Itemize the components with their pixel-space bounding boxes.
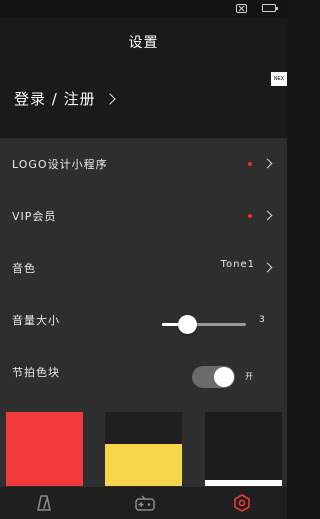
tone-value: Tone1 — [220, 259, 255, 270]
color-swatch-white[interactable] — [205, 412, 282, 486]
page-title: 设置 — [128, 35, 159, 51]
notification-dot-icon — [248, 162, 252, 166]
settings-row-tone[interactable]: 音色 Tone1 — [0, 242, 287, 294]
login-register-label: 登录 / 注册 — [14, 90, 96, 108]
settings-hexagon-icon — [234, 494, 250, 512]
beat-color-strip — [0, 408, 287, 486]
status-bar — [0, 0, 287, 18]
color-swatch-red[interactable] — [6, 412, 83, 486]
tab-game[interactable] — [124, 487, 164, 519]
swatch-fill — [105, 444, 182, 486]
login-register-link[interactable]: 登录 / 注册 — [14, 88, 116, 109]
toggle-state-label: 开 — [245, 372, 253, 381]
volume-value: 3 — [259, 315, 265, 325]
row-label: VIP会员 — [12, 210, 57, 223]
color-swatch-yellow[interactable] — [105, 412, 182, 486]
status-close-icon — [236, 4, 247, 13]
row-label: LOGO设计小程序 — [12, 158, 108, 171]
tab-bar — [0, 486, 287, 519]
gamepad-icon — [135, 495, 155, 511]
battery-icon — [262, 4, 278, 12]
tab-metronome[interactable] — [24, 487, 64, 519]
next-badge[interactable]: NEX — [271, 72, 287, 86]
settings-row-vip[interactable]: VIP会员 — [0, 190, 287, 242]
beat-color-toggle[interactable] — [192, 366, 235, 388]
volume-slider-thumb[interactable] — [177, 315, 197, 334]
settings-row-volume: 音量大小 — [0, 294, 287, 346]
chevron-right-icon — [103, 92, 116, 105]
notification-dot-icon — [248, 214, 252, 218]
settings-row-beat-color: 节拍色块 — [0, 346, 287, 398]
header: 设置 登录 / 注册 NEX — [0, 18, 287, 138]
chevron-right-icon — [262, 210, 273, 221]
volume-slider[interactable] — [162, 315, 246, 334]
row-label: 节拍色块 — [12, 366, 60, 379]
row-label: 音色 — [12, 262, 36, 275]
tab-settings[interactable] — [222, 487, 262, 519]
toggle-knob — [214, 367, 234, 387]
metronome-icon — [37, 495, 51, 511]
settings-row-logo-miniprogram[interactable]: LOGO设计小程序 — [0, 138, 287, 190]
chevron-right-icon — [262, 158, 273, 169]
row-label: 音量大小 — [12, 314, 60, 327]
settings-list: LOGO设计小程序 VIP会员 音色 Tone1 音量大小 节拍色块 3 开 — [0, 138, 287, 408]
chevron-right-icon — [262, 262, 273, 273]
